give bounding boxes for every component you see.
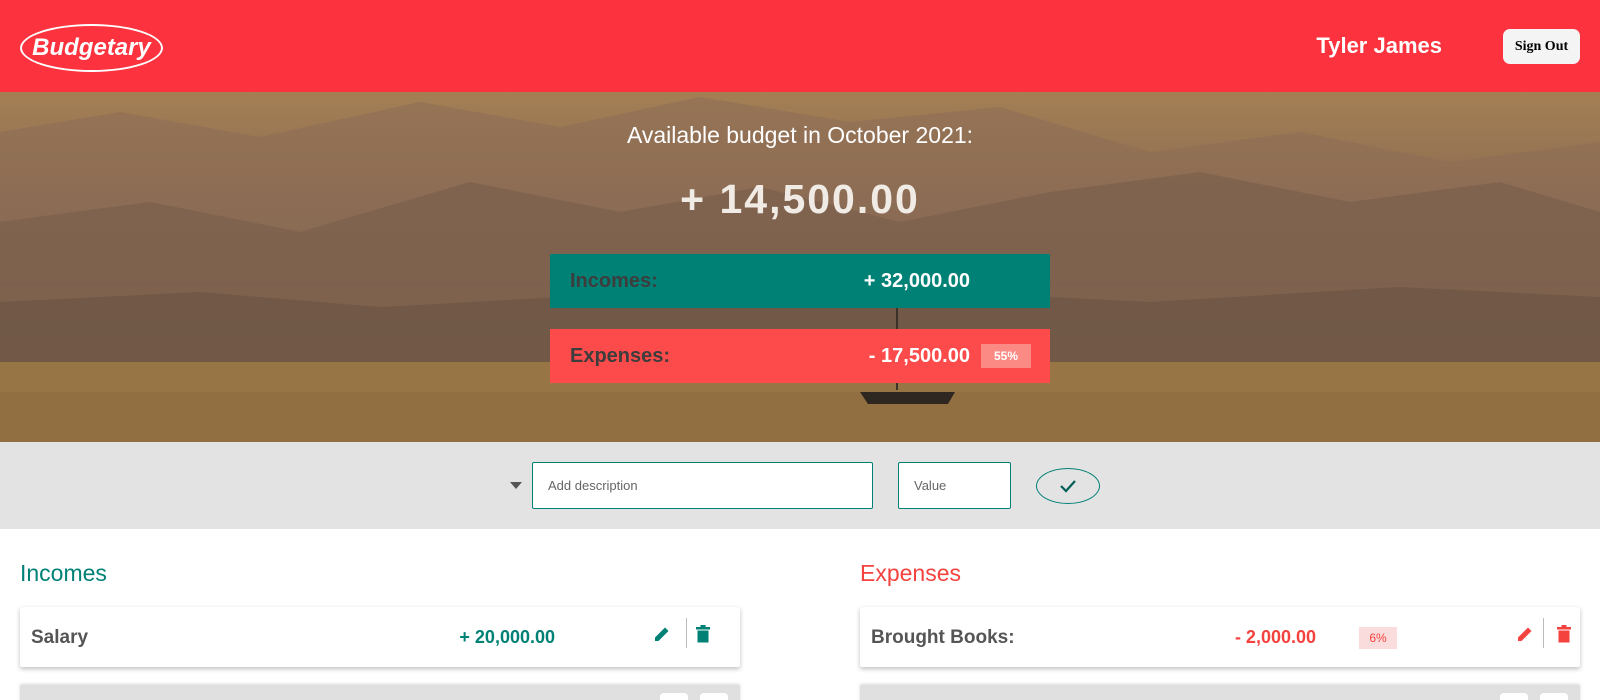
item-divider <box>686 618 687 648</box>
delete-button-partial[interactable] <box>700 693 728 700</box>
expenses-percent-badge: 55% <box>981 344 1031 368</box>
checkmark-icon <box>1060 480 1076 493</box>
expenses-summary-box: Expenses: - 17,500.00 55% <box>550 329 1050 383</box>
expenses-list-title: Expenses <box>860 560 962 586</box>
incomes-summary-value: + 32,000.00 <box>863 269 970 292</box>
app-logo[interactable]: Budgetary <box>20 24 163 72</box>
budget-summary-hero: Available budget in October 2021: + 14,5… <box>0 92 1600 442</box>
expenses-summary-label: Expenses: <box>570 344 671 367</box>
income-item-description: Salary <box>31 627 89 648</box>
expense-item-value: - 2,000.00 <box>1234 627 1316 647</box>
incomes-summary-label: Incomes: <box>570 269 658 292</box>
sign-out-button[interactable]: Sign Out <box>1503 29 1580 64</box>
expense-list-item: Brought Books: - 2,000.00 6% <box>860 607 1580 667</box>
pencil-icon[interactable] <box>650 622 674 646</box>
item-divider <box>1543 618 1544 648</box>
add-entry-button[interactable] <box>1036 468 1100 504</box>
pencil-icon[interactable] <box>1513 622 1537 646</box>
add-entry-bar <box>0 442 1600 529</box>
trash-icon[interactable] <box>1552 622 1576 646</box>
edit-button-partial[interactable] <box>1500 693 1528 700</box>
expense-item-description: Brought Books: <box>871 627 1015 648</box>
trash-icon[interactable] <box>691 622 715 646</box>
expense-item-percent-badge: 6% <box>1359 627 1397 649</box>
available-budget-title: Available budget in October 2021: <box>626 122 974 148</box>
next-expense-list-item-partial <box>860 685 1580 700</box>
value-input[interactable] <box>898 462 1011 509</box>
expenses-summary-value: - 17,500.00 <box>868 344 970 367</box>
user-name: Tyler James <box>1316 33 1442 58</box>
next-income-list-item-partial <box>20 685 740 700</box>
top-navbar: Budgetary Tyler James Sign Out <box>0 0 1600 92</box>
income-item-value: + 20,000.00 <box>459 627 555 647</box>
delete-button-partial[interactable] <box>1540 693 1568 700</box>
income-list-item: Salary + 20,000.00 <box>20 607 740 667</box>
edit-button-partial[interactable] <box>660 693 688 700</box>
incomes-summary-box: Incomes: + 32,000.00 <box>550 254 1050 308</box>
description-input[interactable] <box>532 462 873 509</box>
incomes-list-title: Incomes <box>20 560 107 586</box>
caret-down-icon[interactable] <box>508 478 524 492</box>
available-budget-value: + 14,500.00 <box>680 176 920 222</box>
